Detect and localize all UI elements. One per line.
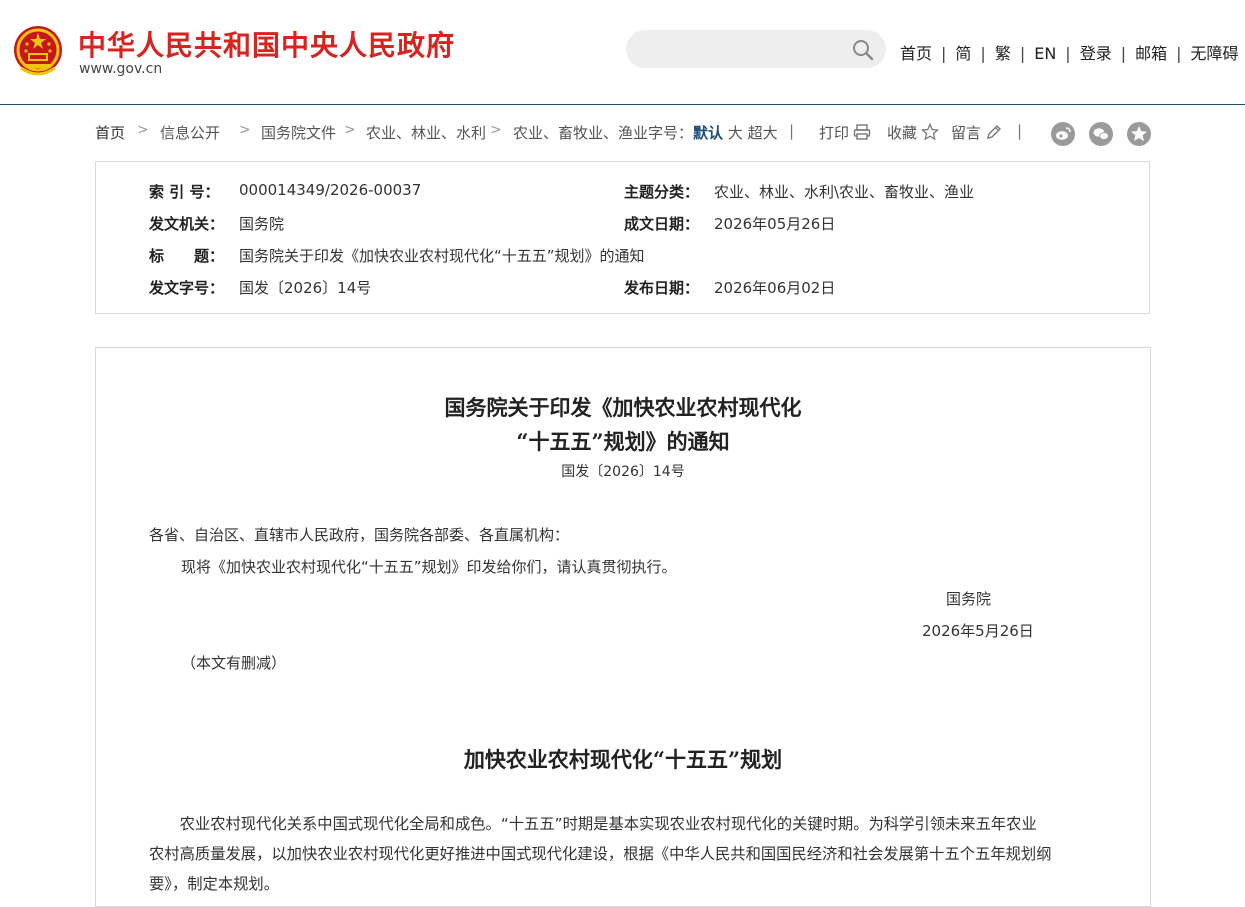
article-note: （本文有删减）	[181, 654, 287, 672]
publish-date-value: 2026年06月02日	[714, 279, 836, 297]
font-size-selector: 字号：默认 大 超大	[648, 122, 778, 143]
doc-number-value: 国发〔2026〕14号	[239, 279, 372, 297]
print-button[interactable]: 打印	[819, 122, 871, 143]
toolbar-divider: |	[1017, 122, 1023, 140]
document-metadata: 索 引 号： 000014349/2026-00037 主题分类： 农业、林业、…	[95, 161, 1150, 314]
site-title[interactable]: 中华人民共和国中央人民政府	[78, 24, 455, 64]
search-icon[interactable]	[852, 39, 874, 61]
publish-date-label: 发布日期：	[624, 279, 700, 297]
index-value: 000014349/2026-00037	[239, 181, 422, 199]
nav-english[interactable]: EN	[1034, 44, 1056, 63]
top-nav: 首页 | 简 | 繁 | EN | 登录 | 邮箱 | 无障碍	[900, 40, 1239, 64]
issuer-value: 国务院	[239, 215, 285, 233]
chevron-right-icon: >	[490, 122, 502, 138]
article-body-line: 农业农村现代化关系中国式现代化全局和成色。“十五五”时期是基本实现农业农村现代化…	[149, 815, 1037, 833]
wechat-icon[interactable]	[1089, 122, 1113, 146]
breadcrumb-agri-forestry-water[interactable]: 农业、林业、水利	[366, 122, 486, 143]
article-sign-date: 2026年5月26日	[922, 622, 1034, 640]
favorite-label: 收藏	[887, 124, 918, 142]
nav-separator: |	[1120, 44, 1127, 63]
topic-value: 农业、林业、水利\农业、畜牧业、渔业	[714, 183, 975, 201]
date-written-label: 成文日期：	[624, 215, 700, 233]
font-size-large[interactable]: 大	[728, 124, 743, 142]
chevron-right-icon: >	[239, 122, 251, 138]
nav-separator: |	[941, 44, 947, 63]
date-written-value: 2026年05月26日	[714, 215, 836, 233]
index-label: 索 引 号：	[149, 183, 220, 201]
site-header: 中华人民共和国中央人民政府 www.gov.cn 首页 | 简 | 繁 | EN | 登录 | 邮箱…	[0, 0, 1245, 105]
star-icon	[921, 123, 940, 141]
issuer-label: 发文机关：	[149, 215, 225, 233]
title-value: 国务院关于印发《加快农业农村现代化“十五五”规划》的通知	[239, 247, 645, 265]
print-label: 打印	[819, 124, 850, 142]
topic-label: 主题分类：	[624, 183, 700, 201]
pencil-icon	[987, 125, 1002, 139]
nav-accessibility[interactable]: 无障碍	[1191, 44, 1239, 63]
font-size-xlarge[interactable]: 超大	[748, 124, 778, 142]
breadcrumb-info-public[interactable]: 信息公开	[160, 122, 220, 143]
nav-simplified[interactable]: 简	[955, 44, 971, 63]
breadcrumb: 首页 > 信息公开 > 国务院文件 > 农业、林业、水利 > 农业、畜牧业、渔业…	[95, 122, 1155, 146]
search-box	[626, 30, 886, 68]
comment-label: 留言	[951, 124, 982, 142]
nav-separator: |	[1176, 44, 1182, 63]
breadcrumb-agri-livestock-fishery[interactable]: 农业、畜牧业、渔业	[513, 122, 648, 143]
nav-separator: |	[1019, 44, 1026, 63]
plan-title: 加快农业农村现代化“十五五”规划	[463, 747, 783, 772]
title-label: 标 题：	[149, 247, 225, 265]
article-body-line: 农村高质量发展，以加快农业农村现代化更好推进中国式现代化建设，根据《中华人民共和…	[149, 845, 1052, 863]
font-size-label: 字号：	[648, 124, 694, 142]
toolbar-divider: |	[789, 122, 795, 140]
article-title-line2: “十五五”规划》的通知	[516, 429, 730, 454]
font-size-default[interactable]: 默认	[693, 124, 723, 142]
weibo-icon[interactable]	[1051, 122, 1075, 146]
nav-login[interactable]: 登录	[1080, 44, 1112, 63]
favorite-button[interactable]: 收藏	[887, 122, 940, 143]
search-input[interactable]	[642, 38, 846, 62]
nav-separator: |	[980, 44, 986, 63]
chevron-right-icon: >	[137, 122, 149, 138]
printer-icon	[853, 124, 871, 140]
article-instruction: 现将《加快农业农村现代化“十五五”规划》印发给你们，请认真贯彻执行。	[181, 558, 677, 576]
article-doc-number: 国发〔2026〕14号	[561, 464, 685, 480]
nav-mail[interactable]: 邮箱	[1135, 44, 1167, 63]
article-content: 国务院关于印发《加快农业农村现代化 “十五五”规划》的通知 国发〔2026〕14…	[95, 347, 1151, 907]
article-title-line1: 国务院关于印发《加快农业农村现代化	[444, 395, 802, 420]
comment-button[interactable]: 留言	[951, 122, 1003, 143]
breadcrumb-home[interactable]: 首页	[95, 122, 125, 143]
chevron-right-icon: >	[344, 122, 356, 138]
nav-home[interactable]: 首页	[900, 44, 932, 63]
nav-separator: |	[1065, 44, 1071, 63]
national-emblem-icon[interactable]	[13, 24, 63, 78]
article-salutation: 各省、自治区、直辖市人民政府，国务院各部委、各直属机构：	[149, 526, 570, 544]
doc-number-label: 发文字号：	[149, 279, 225, 297]
qzone-icon[interactable]	[1127, 122, 1151, 146]
site-domain: www.gov.cn	[79, 61, 163, 77]
nav-traditional[interactable]: 繁	[995, 44, 1011, 63]
breadcrumb-state-council-docs[interactable]: 国务院文件	[261, 122, 336, 143]
article-signer: 国务院	[946, 590, 992, 608]
